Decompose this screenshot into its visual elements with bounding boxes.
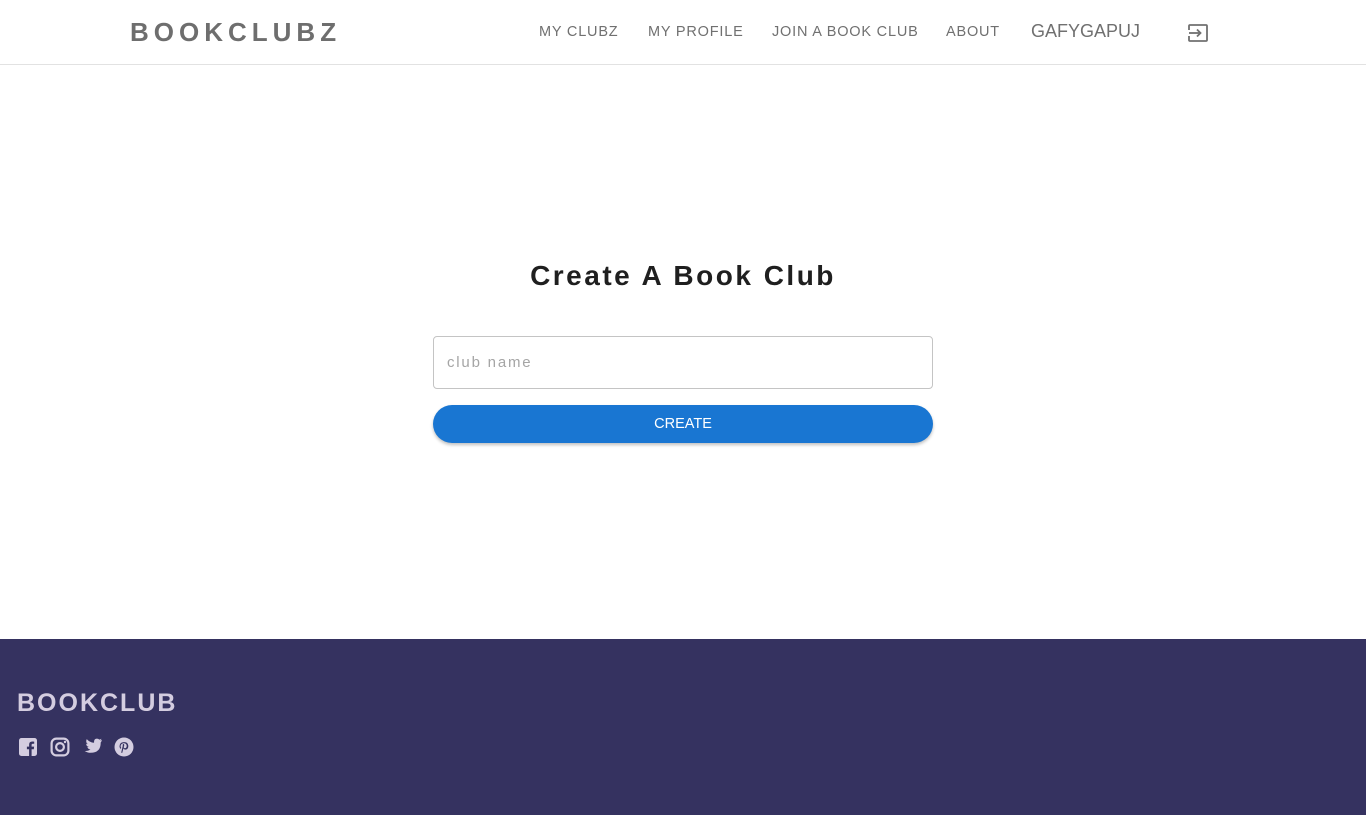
- top-nav-bar: BOOKCLUBZ MY CLUBZ MY PROFILE JOIN A BOO…: [0, 0, 1366, 65]
- nav-my-profile[interactable]: MY PROFILE: [648, 24, 744, 40]
- nav-about[interactable]: ABOUT: [946, 24, 1000, 40]
- username-label[interactable]: GAFYGAPUJ: [1031, 21, 1140, 42]
- facebook-link[interactable]: [17, 736, 39, 758]
- pinterest-link[interactable]: [113, 736, 135, 758]
- pinterest-icon: [114, 737, 134, 757]
- facebook-icon: [19, 738, 37, 756]
- club-name-input[interactable]: [433, 336, 933, 389]
- create-button[interactable]: CREATE: [433, 405, 933, 443]
- footer-brand: BOOKCLUB: [17, 689, 178, 717]
- nav-join-book-club[interactable]: JOIN A BOOK CLUB: [772, 24, 919, 40]
- twitter-link[interactable]: [81, 736, 103, 758]
- footer: BOOKCLUB: [0, 639, 1366, 815]
- instagram-link[interactable]: [49, 736, 71, 758]
- logout-button[interactable]: [1186, 22, 1210, 44]
- brand-logo[interactable]: BOOKCLUBZ: [130, 17, 341, 48]
- nav-my-clubz[interactable]: MY CLUBZ: [539, 24, 618, 40]
- twitter-icon: [84, 738, 103, 753]
- instagram-icon: [50, 737, 70, 757]
- logout-icon: [1188, 24, 1208, 42]
- page-title: Create A Book Club: [530, 260, 836, 291]
